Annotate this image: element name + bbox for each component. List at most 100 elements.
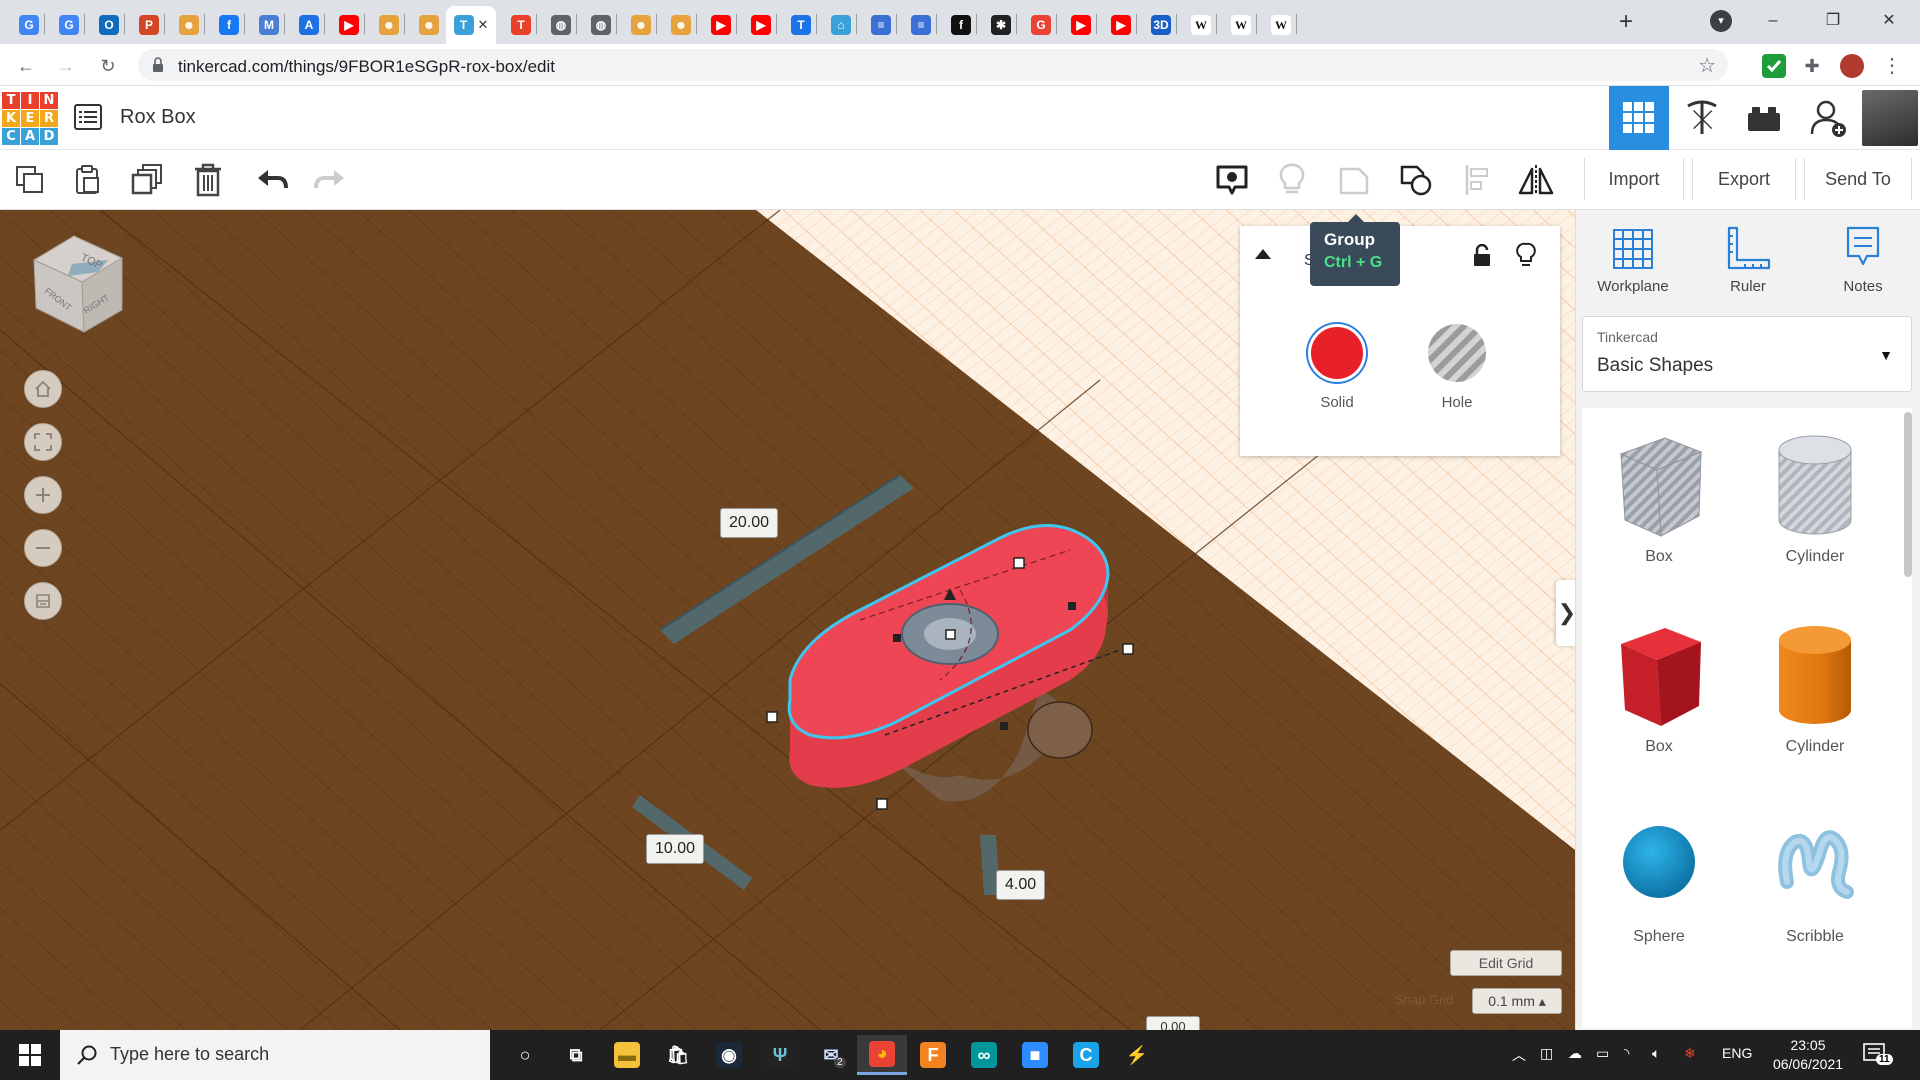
duplicate-button[interactable] — [128, 160, 168, 200]
edit-grid-button[interactable]: Edit Grid — [1450, 950, 1562, 976]
action-center-button[interactable]: 11 — [1862, 1042, 1893, 1068]
mirror-button[interactable] — [1516, 160, 1556, 200]
send-to-button[interactable]: Send To — [1804, 158, 1912, 200]
c-taskbar-button[interactable]: C — [1061, 1035, 1111, 1075]
shape-cylinder[interactable]: Cylinder — [1740, 622, 1890, 802]
design-title[interactable]: Rox Box — [120, 106, 196, 129]
shape-sphere[interactable]: Sphere — [1584, 812, 1734, 992]
predator-icon: Ψ — [767, 1042, 793, 1068]
extensions-puzzle-icon[interactable]: ✚ — [1800, 54, 1824, 78]
3d-viewport[interactable]: TOP FRONT RIGHT 20.00 10.00 4.00 0.00 So… — [0, 210, 1575, 1030]
close-tab-icon[interactable]: ✕ — [478, 17, 489, 33]
ruler-tool[interactable]: Ruler — [1698, 226, 1798, 295]
tab-search-icon[interactable]: ▾ — [1710, 10, 1732, 32]
close-window-button[interactable]: ✕ — [1866, 6, 1912, 36]
chrome-taskbar-button[interactable]: ◕ — [857, 1035, 907, 1075]
browser-tab[interactable]: W — [1258, 6, 1304, 44]
bricks-view-button[interactable] — [1734, 86, 1794, 150]
new-tab-button[interactable]: + — [1612, 8, 1640, 36]
clock[interactable]: 23:05 06/06/2021 — [1768, 1036, 1848, 1074]
language-indicator[interactable]: ENG — [1722, 1045, 1752, 1061]
lock-icon[interactable] — [1472, 244, 1492, 268]
browser-menu-icon[interactable]: ⋮ — [1880, 54, 1904, 78]
zoom-out-button[interactable] — [24, 529, 62, 567]
lightbulb-icon[interactable] — [1516, 242, 1536, 268]
redo-button[interactable] — [310, 160, 350, 200]
copy-button[interactable] — [10, 160, 50, 200]
paste-button[interactable] — [68, 160, 108, 200]
add-user-button[interactable] — [1798, 86, 1858, 150]
checkmark-extension-icon[interactable] — [1762, 54, 1786, 78]
battery-icon[interactable]: ▭ — [1596, 1045, 1609, 1062]
notification-app-icon[interactable]: ❄ — [1684, 1045, 1696, 1062]
maximize-button[interactable]: ❐ — [1810, 6, 1856, 36]
shape-cylinder-hole[interactable]: Cylinder — [1740, 432, 1890, 612]
task-view-taskbar-button[interactable]: ⧉ — [551, 1035, 601, 1075]
logo-letter: T — [2, 92, 20, 109]
blocks-view-button[interactable] — [1672, 86, 1732, 150]
url-text: tinkercad.com/things/9FBOR1eSGpR-rox-box… — [178, 57, 555, 76]
back-icon[interactable]: ← — [12, 52, 40, 80]
elevation-dimension-label[interactable]: 0.00 — [1146, 1016, 1200, 1030]
bookmark-star-icon[interactable]: ☆ — [1698, 53, 1716, 78]
perspective-icon — [36, 594, 50, 608]
projection-toggle-button[interactable] — [24, 582, 62, 620]
browser-tab[interactable]: T ✕ — [446, 6, 496, 44]
mail-taskbar-button[interactable]: ✉ 2 — [806, 1035, 856, 1075]
shape-scribble[interactable]: Scribble — [1740, 812, 1890, 992]
profile-avatar[interactable] — [1840, 54, 1864, 78]
hole-swatch[interactable] — [1428, 324, 1486, 382]
notes-tool[interactable]: Notes — [1813, 226, 1913, 295]
height-dimension-label[interactable]: 4.00 — [996, 870, 1046, 900]
arduino-taskbar-button[interactable]: ∞ — [959, 1035, 1009, 1075]
shape-box[interactable]: Box — [1584, 622, 1734, 802]
onedrive-icon[interactable]: ☁ — [1568, 1045, 1582, 1062]
volume-icon[interactable]: 🔈︎ — [1652, 1045, 1660, 1062]
a-icon: A — [299, 15, 319, 35]
steam-taskbar-button[interactable]: ◉ — [704, 1035, 754, 1075]
meet-now-icon[interactable]: ◫ — [1540, 1045, 1553, 1062]
notes-tool-button[interactable] — [1212, 160, 1252, 200]
predator-taskbar-button[interactable]: Ψ — [755, 1035, 805, 1075]
home-view-button[interactable] — [24, 370, 62, 408]
reload-icon[interactable]: ↻ — [94, 52, 122, 80]
collapse-up-icon[interactable] — [1254, 246, 1272, 260]
taskbar-search[interactable]: Type here to search — [60, 1030, 490, 1080]
export-button[interactable]: Export — [1692, 158, 1796, 200]
design-list-icon[interactable] — [74, 104, 102, 130]
start-button[interactable] — [0, 1030, 60, 1080]
wifi-icon[interactable]: ◝ — [1624, 1045, 1629, 1062]
workplane-tool[interactable]: Workplane — [1583, 226, 1683, 295]
width-dimension-label[interactable]: 10.00 — [646, 834, 705, 864]
shape-box-hole[interactable]: Box — [1584, 432, 1734, 612]
shape-library-select[interactable]: Tinkercad Basic Shapes ▼ — [1582, 316, 1912, 392]
clock-date: 06/06/2021 — [1772, 1056, 1844, 1072]
cortana-taskbar-button[interactable]: ○ — [500, 1035, 550, 1075]
align-button[interactable] — [1458, 160, 1498, 200]
user-avatar[interactable] — [1862, 90, 1918, 146]
length-dimension-label[interactable]: 20.00 — [720, 508, 779, 538]
zoom-in-button[interactable] — [24, 476, 62, 514]
snap-grid-select[interactable]: 0.1 mm ▴ — [1472, 988, 1562, 1014]
store-taskbar-button[interactable]: 🛍︎ — [653, 1035, 703, 1075]
minimize-button[interactable]: – — [1750, 6, 1796, 36]
zoom-taskbar-button[interactable]: ■ — [1010, 1035, 1060, 1075]
chevron-up-icon[interactable]: ︿ — [1512, 1045, 1526, 1065]
show-all-button[interactable] — [1272, 160, 1312, 200]
group-button[interactable] — [1334, 160, 1374, 200]
forward-icon[interactable]: → — [52, 52, 80, 80]
bolt-taskbar-button[interactable]: ⚡ — [1112, 1035, 1162, 1075]
fit-view-button[interactable] — [24, 423, 62, 461]
tinkercad-logo[interactable]: TIN KER CAD — [2, 92, 58, 146]
delete-button[interactable] — [188, 160, 228, 200]
ungroup-button[interactable] — [1396, 160, 1436, 200]
solid-color-swatch[interactable] — [1308, 324, 1366, 382]
undo-button[interactable] — [252, 160, 292, 200]
file-explorer-taskbar-button[interactable]: ▬ — [602, 1035, 652, 1075]
fusion-taskbar-button[interactable]: F — [908, 1035, 958, 1075]
3d-design-view-button[interactable] — [1609, 86, 1669, 150]
view-cube[interactable]: TOP FRONT RIGHT — [22, 230, 132, 340]
import-button[interactable]: Import — [1584, 158, 1684, 200]
shapes-scrollbar[interactable] — [1904, 412, 1912, 577]
url-field[interactable]: tinkercad.com/things/9FBOR1eSGpR-rox-box… — [138, 49, 1728, 81]
